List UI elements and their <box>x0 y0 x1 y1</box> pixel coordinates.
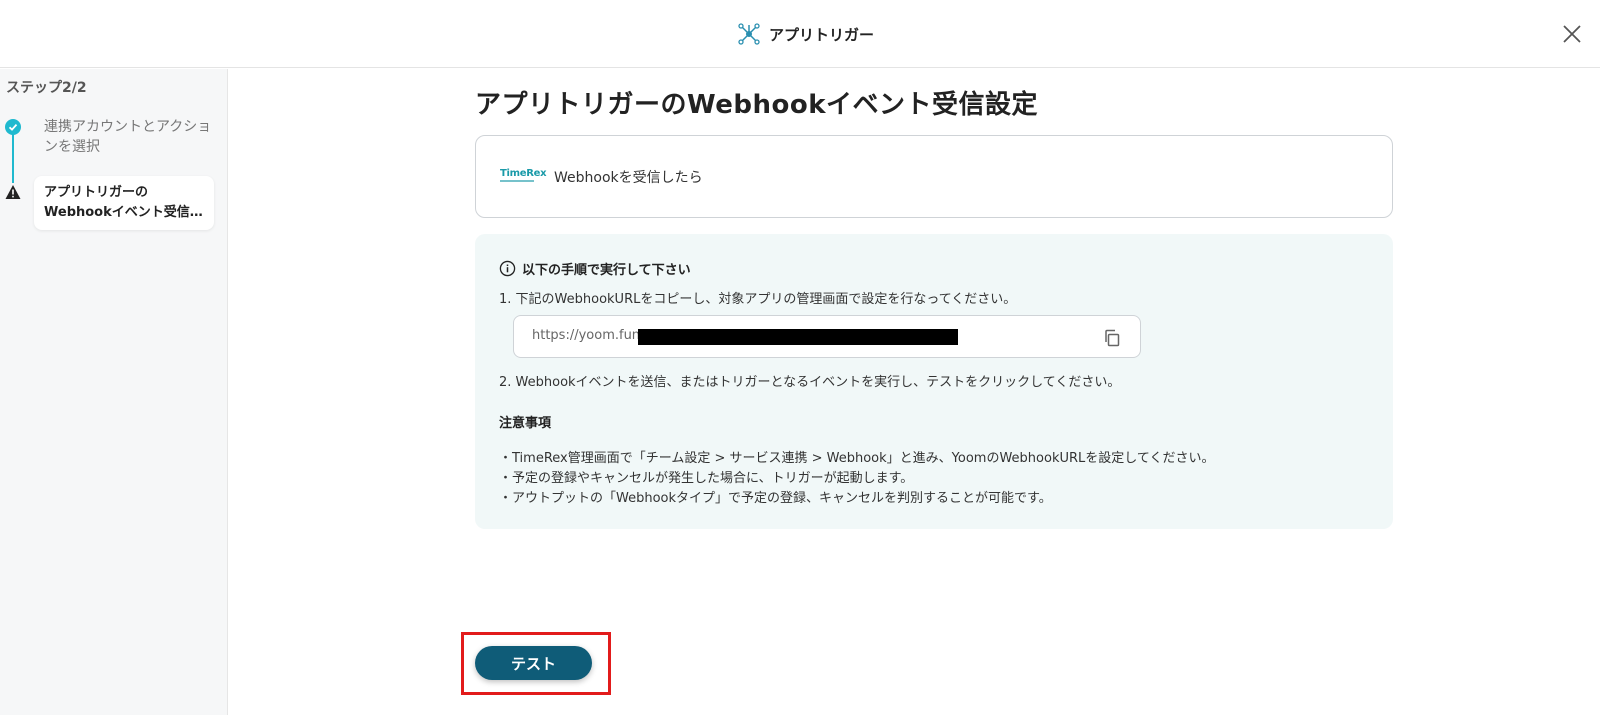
trigger-description: Webhookを受信したら <box>554 170 703 186</box>
info-icon <box>499 260 516 277</box>
note-item: ・予定の登録やキャンセルが発生した場合に、トリガーが起動します。 <box>499 471 914 486</box>
note-item: ・アウトプットの「Webhookタイプ」で予定の登録、キャンセルを判別することが… <box>499 491 1052 506</box>
check-circle-icon <box>5 119 21 135</box>
close-icon[interactable] <box>1560 22 1584 46</box>
timerex-logo: TimeRex <box>500 168 547 182</box>
sidebar: ステップ2/2 連携アカウントとアクションを選択 アプリトリガーの Webhoo… <box>0 69 228 715</box>
page-title: アプリトリガーのWebhookイベント受信設定 <box>475 90 1039 120</box>
notes-heading: 注意事項 <box>499 416 552 431</box>
instruction-panel: 以下の手順で実行して下さい 1. 下記のWebhookURLをコピーし、対象アプ… <box>475 234 1393 529</box>
instruction-step-1: 1. 下記のWebhookURLをコピーし、対象アプリの管理画面で設定を行なって… <box>499 292 1017 307</box>
sidebar-step-webhook-setting[interactable]: アプリトリガーの Webhookイベント受信... <box>34 176 214 230</box>
header: アプリトリガー <box>0 0 1600 68</box>
step-counter: ステップ2/2 <box>6 80 87 96</box>
header-title-text: アプリトリガー <box>769 25 875 44</box>
webhook-url-field[interactable]: https://yoom.fun/ <box>513 315 1141 358</box>
app-trigger-card[interactable]: TimeRex Webhookを受信したら <box>475 135 1393 218</box>
step2-line2: Webhookイベント受信... <box>44 205 204 220</box>
app-trigger-icon <box>738 23 760 45</box>
warning-icon <box>5 185 21 199</box>
note-item: ・TimeRex管理画面で「チーム設定 > サービス連携 > Webhook」と… <box>499 451 1215 466</box>
header-title: アプリトリガー <box>737 20 874 48</box>
sidebar-step-select-account[interactable]: 連携アカウントとアクションを選択 <box>44 117 214 157</box>
copy-icon[interactable] <box>1102 328 1122 348</box>
instruction-step-2: 2. Webhookイベントを送信、またはトリガーとなるイベントを実行し、テスト… <box>499 375 1121 390</box>
test-button[interactable]: テスト <box>475 646 592 680</box>
timeline-line <box>12 131 14 183</box>
step2-line1: アプリトリガーの <box>44 185 149 200</box>
redacted-block <box>638 329 958 345</box>
webhook-url-text[interactable]: https://yoom.fun/ <box>532 328 644 343</box>
instruction-heading-text: 以下の手順で実行して下さい <box>522 263 691 278</box>
instruction-heading: 以下の手順で実行して下さい <box>499 259 691 278</box>
